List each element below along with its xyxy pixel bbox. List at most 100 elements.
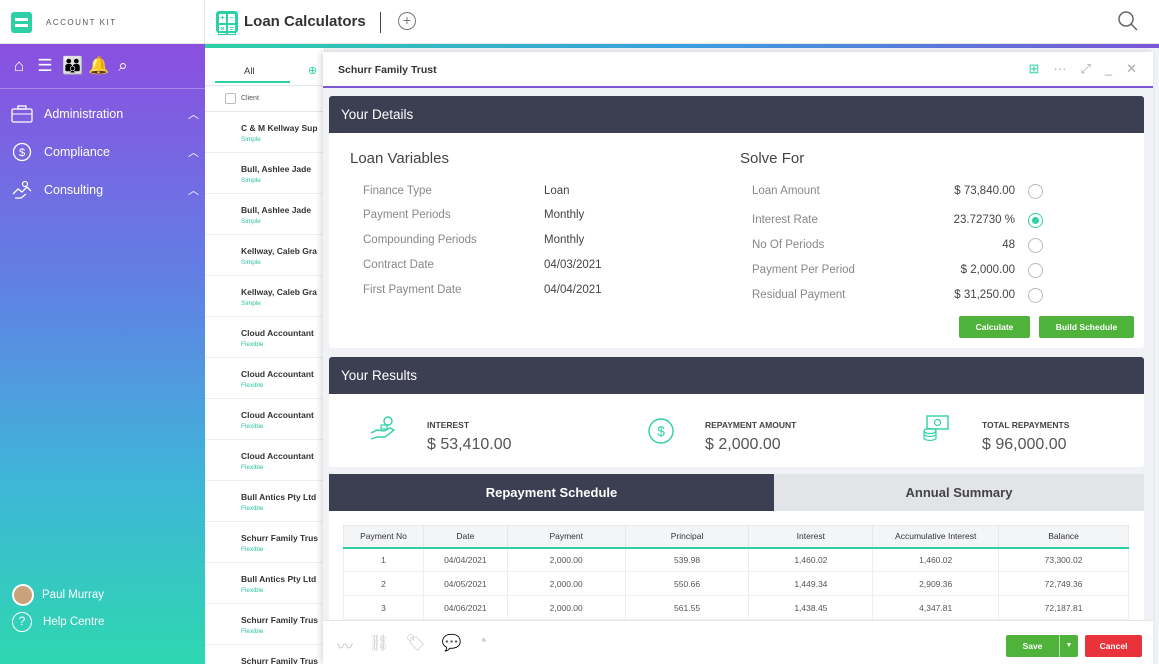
table-cell: 539.98: [624, 547, 750, 572]
search-icon[interactable]: [1117, 10, 1139, 32]
sidebar-divider: [0, 88, 205, 89]
variable-value[interactable]: Loan: [544, 185, 570, 197]
calculator-small-icon[interactable]: ⊞: [1029, 61, 1040, 77]
chart-line-icon[interactable]: 〰: [337, 633, 353, 657]
chat-icon[interactable]: 💬: [442, 633, 462, 657]
client-row[interactable]: Schurr Family Trus Flexible: [205, 604, 324, 645]
save-dropdown-icon[interactable]: ▼: [1060, 635, 1078, 657]
save-button[interactable]: Save ▼: [1006, 635, 1078, 657]
column-header[interactable]: Accumulative Interest: [872, 525, 1000, 549]
more-icon[interactable]: ···: [1053, 61, 1066, 77]
svg-text:$: $: [657, 423, 665, 439]
table-cell: 04/06/2021: [422, 595, 508, 620]
table-header-row: Payment No Date Payment Principal Interest Ac…: [343, 525, 1129, 549]
solve-radio[interactable]: [1028, 238, 1043, 253]
solve-radio[interactable]: [1028, 263, 1043, 278]
dollar-circle-icon: $: [10, 142, 34, 162]
search-icon[interactable]: ⌕: [114, 56, 132, 76]
sidebar-item-administration[interactable]: Administration ︿: [0, 95, 205, 133]
column-header[interactable]: Principal: [624, 525, 750, 549]
table-body: 1 04/04/2021 2,000.00 539.98 1,460.02 1,460.0…: [343, 547, 1129, 620]
user-profile[interactable]: Paul Murray: [12, 584, 104, 606]
pie-chart-icon[interactable]: ◔: [478, 633, 488, 657]
column-header[interactable]: Interest: [748, 525, 874, 549]
variable-value[interactable]: 04/04/2021: [544, 284, 602, 296]
expand-icon[interactable]: ⤢: [1080, 61, 1090, 77]
minimize-icon[interactable]: _: [1105, 61, 1112, 77]
sidebar-item-consulting[interactable]: Consulting ︿: [0, 171, 205, 209]
dollar-circle-icon: $: [648, 418, 674, 444]
people-icon[interactable]: 👪: [62, 56, 83, 76]
add-filter-icon[interactable]: ⊕: [308, 64, 317, 77]
client-type: Flexible: [241, 628, 264, 635]
client-row[interactable]: Kellway, Caleb Gra Simple: [205, 276, 324, 317]
column-header[interactable]: Payment: [506, 525, 626, 549]
sidebar-item-compliance[interactable]: $ Compliance ︿: [0, 133, 205, 171]
column-header[interactable]: Date: [422, 525, 508, 549]
home-icon[interactable]: ⌂: [10, 56, 28, 76]
bell-icon[interactable]: 🔔: [88, 56, 109, 76]
chevron-up-icon: ︿: [188, 109, 199, 121]
client-row[interactable]: Cloud Accountant Flexible: [205, 317, 324, 358]
table-row[interactable]: 3 04/06/2021 2,000.00 561.55 1,438.45 4,347.8…: [343, 595, 1129, 620]
client-row[interactable]: C & M Kellway Sup Simple: [205, 112, 324, 153]
solve-value[interactable]: $ 31,250.00: [889, 289, 1015, 301]
client-row[interactable]: Bull Antics Pty Ltd Flexible: [205, 481, 324, 522]
solve-value[interactable]: 48: [889, 239, 1015, 251]
client-row[interactable]: Cloud Accountant Flexible: [205, 399, 324, 440]
close-icon[interactable]: ✕: [1126, 61, 1137, 77]
interest-label: INTEREST: [427, 420, 470, 430]
client-column-header: Client: [205, 86, 324, 112]
cash-stack-icon: [923, 415, 949, 442]
solve-value[interactable]: $ 73,840.00: [889, 185, 1015, 197]
tab-all[interactable]: All: [244, 66, 255, 77]
client-row[interactable]: Cloud Accountant Flexible: [205, 440, 324, 481]
variable-label: Payment Periods: [363, 209, 451, 221]
solve-value[interactable]: 23.72730 %: [889, 214, 1015, 226]
tab-annual-summary[interactable]: Annual Summary: [774, 474, 1144, 511]
column-header[interactable]: Balance: [998, 525, 1129, 549]
add-tab-icon[interactable]: +: [398, 12, 416, 30]
calculate-button[interactable]: Calculate: [959, 316, 1030, 338]
client-row[interactable]: Schurr Family Trus Flexible: [205, 522, 324, 563]
brand[interactable]: ACCOUNT KIT: [0, 0, 205, 44]
help-centre-link[interactable]: ? Help Centre: [12, 612, 104, 632]
client-row[interactable]: Cloud Accountant Flexible: [205, 358, 324, 399]
solve-radio[interactable]: [1028, 184, 1043, 199]
client-row[interactable]: Kellway, Caleb Gra Simple: [205, 235, 324, 276]
panel-footer: 〰 ⛓ 🏷 💬 ◔ Save ▼ Cancel: [323, 620, 1153, 664]
client-row[interactable]: Bull, Ashlee Jade Simple: [205, 194, 324, 235]
table-cell: 550.66: [624, 571, 750, 596]
table-cell: 04/05/2021: [422, 571, 508, 596]
column-header[interactable]: Payment No: [343, 525, 424, 549]
solve-radio[interactable]: [1028, 213, 1043, 228]
sidebar-item-label: Consulting: [44, 183, 104, 197]
client-name: Schurr Family Trus: [241, 656, 318, 664]
solve-radio[interactable]: [1028, 288, 1043, 303]
cancel-button[interactable]: Cancel: [1085, 635, 1142, 657]
table-cell: 2,000.00: [506, 547, 626, 572]
client-row[interactable]: Schurr Family Trus: [205, 645, 324, 664]
tab-repayment-schedule[interactable]: Repayment Schedule: [329, 474, 774, 511]
results-header: Your Results: [329, 357, 1144, 394]
build-schedule-button[interactable]: Build Schedule: [1039, 316, 1134, 338]
table-row[interactable]: 1 04/04/2021 2,000.00 539.98 1,460.02 1,460.0…: [343, 547, 1129, 572]
variable-value[interactable]: 04/03/2021: [544, 259, 602, 271]
schedule-body: Payment No Date Payment Principal Interest Ac…: [329, 511, 1144, 621]
client-row[interactable]: Bull Antics Pty Ltd Flexible: [205, 563, 324, 604]
tag-icon[interactable]: 🏷: [405, 633, 425, 657]
brand-logo-icon: [11, 11, 32, 33]
variable-value[interactable]: Monthly: [544, 234, 584, 246]
variable-value[interactable]: Monthly: [544, 209, 584, 221]
briefcase-icon: [10, 104, 34, 124]
solve-value[interactable]: $ 2,000.00: [889, 264, 1015, 276]
repayment-amount-label: REPAYMENT AMOUNT: [705, 420, 797, 430]
table-cell: 4,347.81: [872, 595, 1000, 620]
table-row[interactable]: 2 04/05/2021 2,000.00 550.66 1,449.34 2,909.3…: [343, 571, 1129, 596]
client-row[interactable]: Bull, Ashlee Jade Simple: [205, 153, 324, 194]
select-all-checkbox[interactable]: [225, 93, 236, 104]
link-icon[interactable]: ⛓: [369, 633, 389, 657]
list-icon[interactable]: ☰: [36, 56, 54, 76]
client-name: C & M Kellway Sup: [241, 123, 318, 133]
footer-tools: 〰 ⛓ 🏷 💬 ◔: [337, 633, 487, 657]
